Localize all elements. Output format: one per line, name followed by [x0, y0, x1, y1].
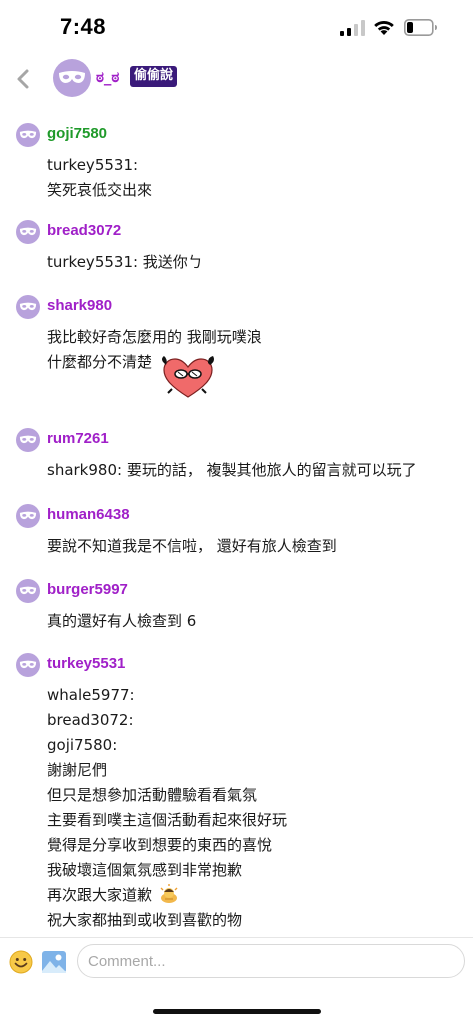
home-indicator — [153, 1009, 321, 1014]
comment-body: turkey5531: 笑死哀低交出來 — [47, 153, 152, 203]
avatar[interactable] — [16, 295, 40, 319]
header: ಠ_ಠ 偷偷說 — [0, 54, 473, 104]
avatar[interactable] — [16, 653, 40, 677]
back-button[interactable] — [8, 62, 38, 96]
signal-icon — [340, 20, 365, 36]
mask-avatar-icon — [19, 660, 37, 669]
comment-author[interactable]: turkey5531 — [47, 655, 125, 672]
mask-avatar-icon — [19, 227, 37, 236]
comment-body: 真的還好有人檢查到 6 — [47, 609, 196, 634]
heart-glasses-sticker — [162, 356, 214, 398]
avatar[interactable] — [16, 504, 40, 528]
comment-body: turkey5531: 我送你ㄅ — [47, 250, 203, 275]
comment-author[interactable]: rum7261 — [47, 430, 109, 447]
comment-line: 謝謝尼們 — [47, 761, 108, 779]
comment-author[interactable]: shark980 — [47, 297, 112, 314]
comment-line: shark980: 要玩的話， 複製其他旅人的留言就可以玩了 — [47, 461, 417, 479]
mask-avatar-icon — [19, 586, 37, 595]
image-icon[interactable] — [41, 949, 67, 975]
anonymous-badge: 偷偷說 — [130, 66, 178, 87]
mask-avatar-icon — [19, 511, 37, 520]
bowing-emoji-icon — [160, 884, 178, 903]
avatar[interactable] — [53, 59, 91, 97]
status-bar: 7:48 — [0, 0, 473, 54]
comment-input[interactable] — [77, 944, 465, 978]
comment-body: shark980: 要玩的話， 複製其他旅人的留言就可以玩了 — [47, 458, 417, 483]
comment-line: goji7580: — [47, 736, 118, 754]
mask-avatar-icon — [19, 302, 37, 311]
comment-line: 覺得是分享收到想要的東西的喜悅 — [47, 836, 273, 854]
composer-divider — [0, 937, 473, 938]
wifi-icon — [374, 20, 394, 35]
comment-line-text: 再次跟大家道歉 — [47, 886, 153, 904]
avatar[interactable] — [16, 123, 40, 147]
comment-body: 要說不知道我是不信啦， 還好有旅人檢查到 — [47, 534, 337, 559]
comment-line: 我比較好奇怎麼用的 我剛玩噗浪 — [47, 328, 262, 346]
mask-avatar-icon — [59, 71, 85, 83]
comment-line: turkey5531: 我送你ㄅ — [47, 253, 203, 271]
comment-author[interactable]: burger5997 — [47, 581, 128, 598]
comment-line: bread3072: — [47, 711, 134, 729]
comment-body: 我比較好奇怎麼用的 我剛玩噗浪 什麼都分不清楚 — [47, 325, 262, 375]
avatar[interactable] — [16, 428, 40, 452]
comment-line: 我破壞這個氣氛感到非常抱歉 — [47, 861, 243, 879]
comment-line: 但只是想參加活動體驗看看氣氛 — [47, 786, 258, 804]
avatar[interactable] — [16, 579, 40, 603]
avatar[interactable] — [16, 220, 40, 244]
comment-line: 再次跟大家道歉 — [47, 883, 287, 908]
comment-line: 要說不知道我是不信啦， 還好有旅人檢查到 — [47, 537, 337, 555]
mask-avatar-icon — [19, 130, 37, 139]
smiley-icon[interactable] — [9, 950, 33, 974]
comment-author[interactable]: goji7580 — [47, 125, 107, 142]
comment-line: 什麼都分不清楚 — [47, 353, 153, 371]
battery-icon — [404, 19, 437, 36]
mask-avatar-icon — [19, 435, 37, 444]
comment-author[interactable]: bread3072 — [47, 222, 121, 239]
comment-author[interactable]: human6438 — [47, 506, 130, 523]
comment-line: turkey5531: — [47, 156, 139, 174]
header-username[interactable]: ಠ_ಠ — [96, 68, 119, 86]
comment-body: whale5977: bread3072: goji7580: 謝謝尼們 但只是… — [47, 683, 287, 933]
comment-line: 真的還好有人檢查到 6 — [47, 612, 197, 630]
status-time: 7:48 — [60, 14, 107, 39]
comment-line: 祝大家都抽到或收到喜歡的物 — [47, 911, 243, 929]
comment-line: whale5977: — [47, 686, 135, 704]
back-chevron-icon — [17, 69, 29, 89]
comment-line: 主要看到噗主這個活動看起來很好玩 — [47, 811, 288, 829]
comment-line: 笑死哀低交出來 — [47, 181, 153, 199]
